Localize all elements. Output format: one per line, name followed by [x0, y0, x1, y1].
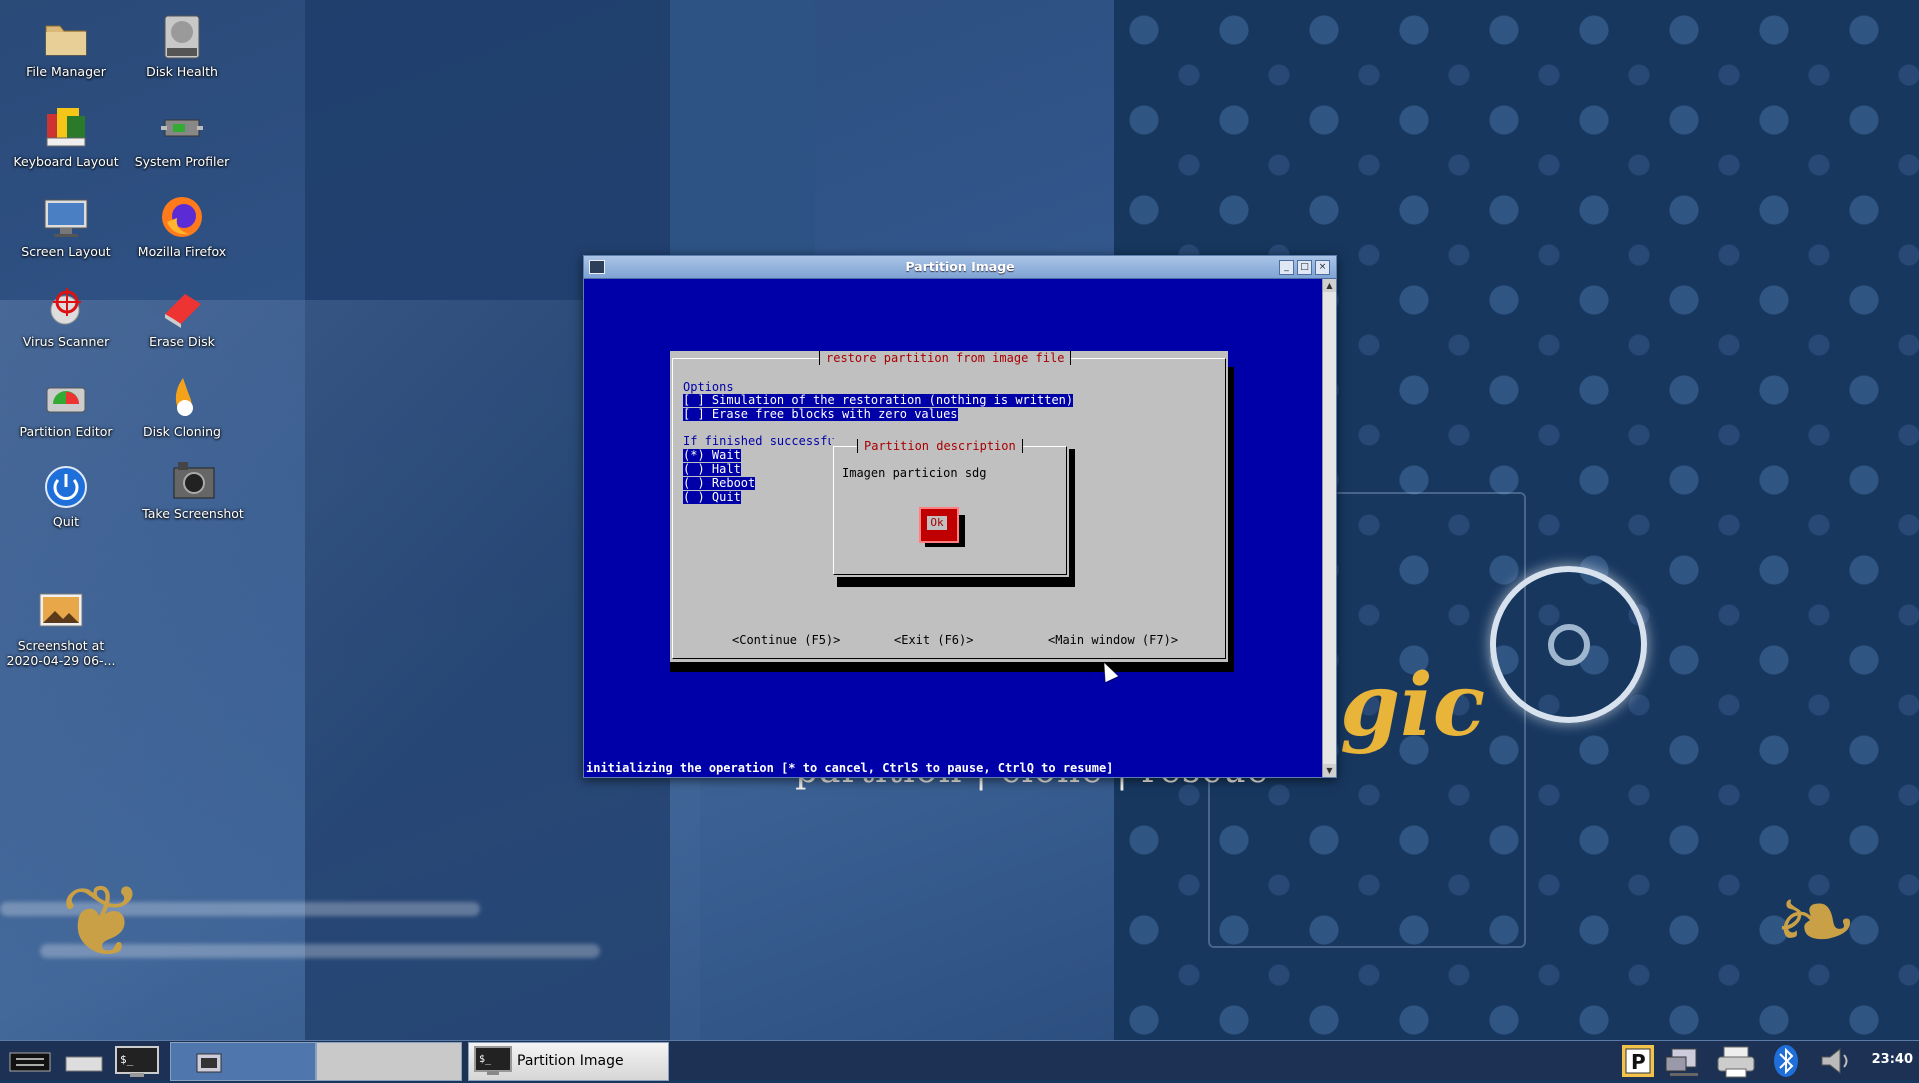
- desktop-icon-label: Quit: [52, 514, 80, 529]
- disk-partition-icon: [43, 374, 89, 420]
- terminal-icon: $_: [474, 1046, 512, 1075]
- finished-heading: If finished successfu: [683, 434, 835, 448]
- desktop-icon-quit[interactable]: Quit: [7, 464, 125, 529]
- desktop-icon-erase-disk[interactable]: Erase Disk: [123, 284, 241, 349]
- chip-icon: [159, 104, 205, 150]
- status-line: initializing the operation [* to cancel,…: [586, 761, 1114, 775]
- scroll-up-arrow-icon[interactable]: ▲: [1323, 279, 1336, 292]
- continue-button[interactable]: <Continue (F5)>: [732, 634, 840, 647]
- window-titlebar[interactable]: Partition Image _ □ ×: [584, 256, 1336, 279]
- desktop-icon-label: Screen Layout: [21, 244, 111, 259]
- exit-button[interactable]: <Exit (F6)>: [894, 634, 973, 647]
- monitor-icon: [43, 194, 89, 240]
- menu-icon: [9, 1052, 51, 1072]
- option-erase-free-blocks-checkbox[interactable]: [ ] Erase free blocks with zero values: [683, 408, 958, 421]
- desktop-icon-label: Virus Scanner: [22, 334, 110, 349]
- taskbar-task-partition-image[interactable]: $_ Partition Image: [468, 1042, 669, 1081]
- folder-icon: [43, 14, 89, 60]
- ok-button[interactable]: Ok: [919, 507, 959, 543]
- main-window-button[interactable]: <Main window (F7)>: [1048, 634, 1178, 647]
- desktop-icon-screen-layout[interactable]: Screen Layout: [7, 194, 125, 259]
- eraser-icon: [159, 284, 205, 330]
- desktop-icon-label: File Manager: [26, 64, 106, 79]
- tray-printer-icon[interactable]: [1716, 1043, 1756, 1079]
- tray-network-icon[interactable]: [1664, 1043, 1704, 1079]
- maximize-button[interactable]: □: [1297, 260, 1312, 275]
- partition-description-dialog: Partition description Imagen particion s…: [831, 439, 1069, 577]
- terminal-icon: $_: [115, 1046, 159, 1077]
- tray-volume-icon[interactable]: [1816, 1043, 1856, 1079]
- disc-logo-icon: [1490, 566, 1647, 723]
- desktop-icon-label: Mozilla Firefox: [137, 244, 227, 259]
- finished-radio-quit[interactable]: ( ) Quit: [683, 491, 741, 504]
- desktop-icon-file-manager[interactable]: File Manager: [7, 14, 125, 79]
- taskbar-slot-1[interactable]: [170, 1042, 316, 1081]
- window-title: Partition Image: [905, 259, 1015, 274]
- taskbar: $_ $_ Partition Image P 23:40: [0, 1040, 1919, 1081]
- restore-dialog-title: restore partition from image file: [819, 351, 1072, 365]
- desktop-icon-label: Partition Editor: [19, 424, 113, 439]
- desktop-icon-label: System Profiler: [134, 154, 230, 169]
- close-button[interactable]: ×: [1315, 260, 1330, 275]
- svg-text:$_: $_: [120, 1053, 134, 1066]
- firefox-icon: [159, 194, 205, 240]
- finished-radio-wait[interactable]: (*) Wait: [683, 449, 741, 462]
- desktop-icon-screenshot-file[interactable]: Screenshot at 2020-04-29 06-...: [2, 588, 120, 668]
- sheep-icon: [159, 374, 205, 420]
- partition-description-text: Imagen particion sdg: [842, 466, 987, 480]
- svg-text:P: P: [1631, 1050, 1646, 1074]
- partition-image-window[interactable]: Partition Image _ □ × restore partition …: [583, 255, 1337, 778]
- desktop-icon-label: Take Screenshot: [142, 506, 244, 521]
- image-file-icon: [38, 588, 84, 634]
- minimize-button[interactable]: _: [1279, 260, 1294, 275]
- svg-text:$_: $_: [479, 1054, 492, 1065]
- vertical-scrollbar[interactable]: ▲ ▼: [1322, 279, 1336, 777]
- desktop-icon-disk-health[interactable]: Disk Health: [123, 14, 241, 79]
- camera-icon: [170, 456, 216, 502]
- partition-description-title: Partition description: [857, 439, 1023, 453]
- window-icon: [196, 1053, 222, 1073]
- taskbar-slot-2[interactable]: [316, 1042, 462, 1081]
- desktop-icon-label: Erase Disk: [149, 334, 215, 349]
- desktop-icon-label: Disk Cloning: [143, 424, 221, 439]
- wallpaper-logo-text: gic: [1340, 655, 1486, 756]
- desktop-icon-system-profiler[interactable]: System Profiler: [123, 104, 241, 169]
- hard-disk-icon: [159, 14, 205, 60]
- desktop-icon-label: Keyboard Layout: [13, 154, 119, 169]
- tray-partclone-icon[interactable]: P: [1620, 1043, 1656, 1079]
- drive-launcher[interactable]: [64, 1043, 104, 1079]
- clock[interactable]: 23:40: [1872, 1052, 1913, 1067]
- drive-icon: [65, 1056, 103, 1072]
- desktop-icon-virus-scanner[interactable]: Virus Scanner: [7, 284, 125, 349]
- desktop-icon-label: Screenshot at 2020-04-29 06-...: [6, 638, 116, 668]
- ornament-left-icon: ❦: [60, 863, 144, 980]
- terminal-area[interactable]: restore partition from image file Option…: [584, 279, 1322, 777]
- scroll-down-arrow-icon[interactable]: ▼: [1323, 764, 1336, 777]
- taskbar-task-label: Partition Image: [517, 1053, 624, 1069]
- desktop-icon-take-screenshot[interactable]: Take Screenshot: [134, 456, 252, 521]
- power-icon: [43, 464, 89, 510]
- desktop-icon-label: Disk Health: [146, 64, 218, 79]
- start-menu-button[interactable]: [8, 1043, 52, 1079]
- keyboard-flags-icon: [43, 104, 89, 150]
- ornament-right-icon: ❧: [1774, 863, 1858, 980]
- desktop-icon-mozilla-firefox[interactable]: Mozilla Firefox: [123, 194, 241, 259]
- terminal-launcher[interactable]: $_: [114, 1043, 160, 1079]
- finished-radio-reboot[interactable]: ( ) Reboot: [683, 477, 756, 490]
- desktop-icon-partition-editor[interactable]: Partition Editor: [7, 374, 125, 439]
- option-simulation-checkbox[interactable]: [ ] Simulation of the restoration (nothi…: [683, 394, 1074, 407]
- tray-bluetooth-icon[interactable]: [1768, 1043, 1804, 1079]
- finished-radio-halt[interactable]: ( ) Halt: [683, 463, 741, 476]
- desktop-icon-disk-cloning[interactable]: Disk Cloning: [123, 374, 241, 439]
- desktop-icon-keyboard-layout[interactable]: Keyboard Layout: [7, 104, 125, 169]
- ok-button-label: Ok: [927, 516, 947, 530]
- crosshair-icon: [43, 284, 89, 330]
